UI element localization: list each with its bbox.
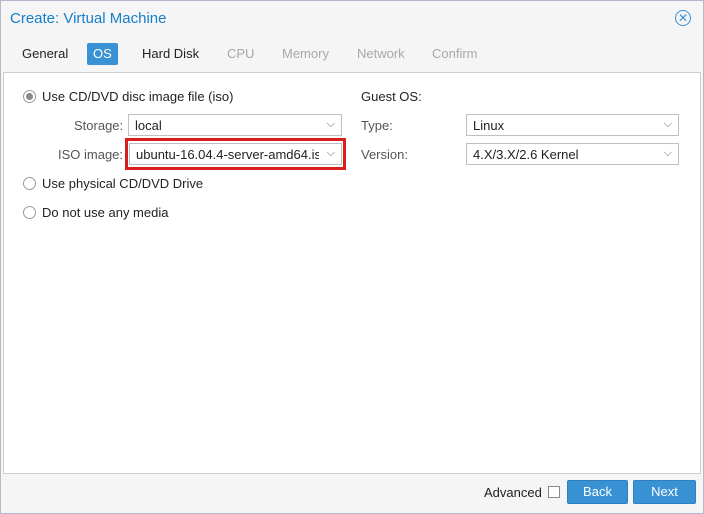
tab-general[interactable]: General (16, 43, 74, 65)
dialog-title: Create: Virtual Machine (10, 10, 167, 27)
close-icon[interactable]: ✕ (675, 10, 691, 26)
next-button[interactable]: Next (633, 480, 696, 504)
radio-physical-drive[interactable] (23, 177, 36, 190)
storage-value: local (135, 118, 162, 133)
guest-os-heading: Guest OS: (361, 89, 422, 104)
os-type-value: Linux (473, 118, 505, 133)
radio-use-iso[interactable] (23, 90, 36, 103)
tab-confirm: Confirm (432, 46, 478, 61)
option-physical-label[interactable]: Use physical CD/DVD Drive (42, 176, 203, 191)
chevron-down-icon[interactable]: ⌵ (327, 118, 335, 131)
tab-memory: Memory (282, 46, 329, 61)
advanced-checkbox[interactable] (548, 486, 560, 498)
tab-os[interactable]: OS (87, 43, 118, 65)
os-panel: Use CD/DVD disc image file (iso) Storage… (3, 72, 701, 474)
tab-network: Network (357, 46, 405, 61)
dialog-footer: Advanced Back Next (1, 473, 703, 513)
create-vm-dialog: Create: Virtual Machine ✕ General OS Har… (0, 0, 704, 514)
tab-hard-disk[interactable]: Hard Disk (136, 43, 205, 65)
iso-image-select[interactable]: ubuntu-16.04.4-server-amd64.iso ⌵ (129, 143, 342, 165)
option-iso-label[interactable]: Use CD/DVD disc image file (iso) (42, 89, 233, 104)
option-none-label[interactable]: Do not use any media (42, 205, 168, 220)
dialog-titlebar[interactable]: Create: Virtual Machine ✕ (1, 1, 703, 37)
wizard-tabs: General OS Hard Disk CPU Memory Network … (1, 37, 703, 71)
type-label: Type: (361, 118, 393, 133)
iso-image-value: ubuntu-16.04.4-server-amd64.iso (136, 147, 319, 162)
advanced-label: Advanced (484, 485, 542, 500)
chevron-down-icon[interactable]: ⌵ (327, 147, 335, 160)
back-button[interactable]: Back (567, 480, 628, 504)
iso-image-label: ISO image: (58, 147, 124, 162)
storage-label: Storage: (74, 118, 124, 133)
os-version-select[interactable]: 4.X/3.X/2.6 Kernel ⌵ (466, 143, 679, 165)
version-label: Version: (361, 147, 408, 162)
chevron-down-icon[interactable]: ⌵ (664, 118, 672, 131)
storage-select[interactable]: local ⌵ (128, 114, 342, 136)
tab-cpu: CPU (227, 46, 255, 61)
radio-no-media[interactable] (23, 206, 36, 219)
os-version-value: 4.X/3.X/2.6 Kernel (473, 147, 579, 162)
chevron-down-icon[interactable]: ⌵ (664, 147, 672, 160)
os-type-select[interactable]: Linux ⌵ (466, 114, 679, 136)
